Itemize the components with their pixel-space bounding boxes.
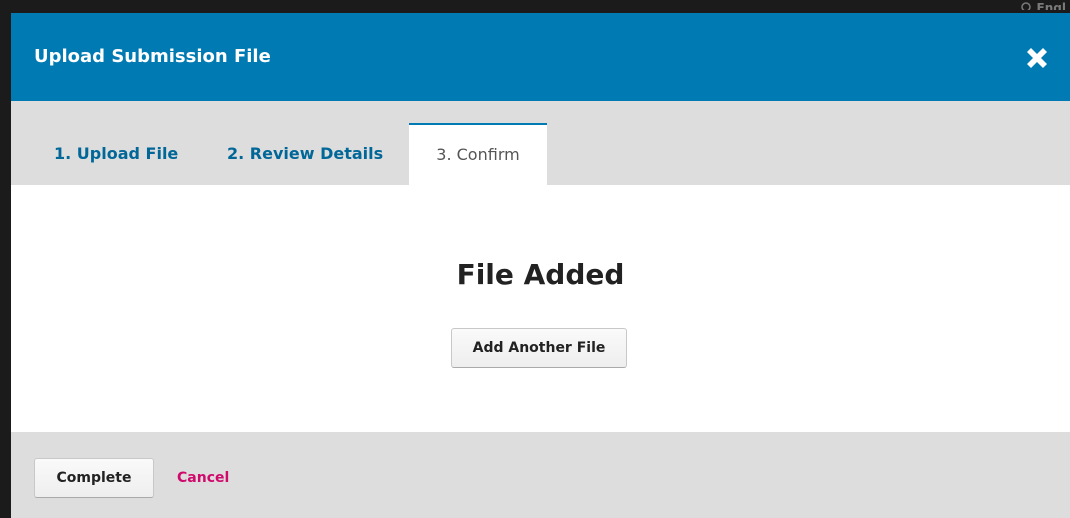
language-label: Engl [1036, 1, 1066, 10]
complete-button[interactable]: Complete [34, 458, 154, 498]
cancel-link[interactable]: Cancel [177, 468, 229, 488]
add-another-file-button[interactable]: Add Another File [451, 328, 627, 368]
wizard-tabs: 1. Upload File 2. Review Details 3. Conf… [11, 101, 1070, 185]
modal-footer: Complete Cancel [11, 432, 1070, 518]
confirm-panel: File Added Add Another File [11, 185, 1070, 432]
globe-icon [1020, 0, 1031, 10]
upload-submission-file-modal: Upload Submission File 1. Upload File 2.… [11, 13, 1070, 518]
modal-title: Upload Submission File [34, 46, 271, 67]
file-added-heading: File Added [456, 258, 625, 291]
language-menu-fragment: Engl [1020, 0, 1066, 10]
tab-review-details[interactable]: 2. Review Details [227, 123, 383, 185]
close-icon[interactable] [1022, 43, 1052, 73]
tab-confirm[interactable]: 3. Confirm [409, 123, 547, 185]
tab-upload-file[interactable]: 1. Upload File [54, 123, 178, 185]
modal-header: Upload Submission File [11, 13, 1070, 101]
